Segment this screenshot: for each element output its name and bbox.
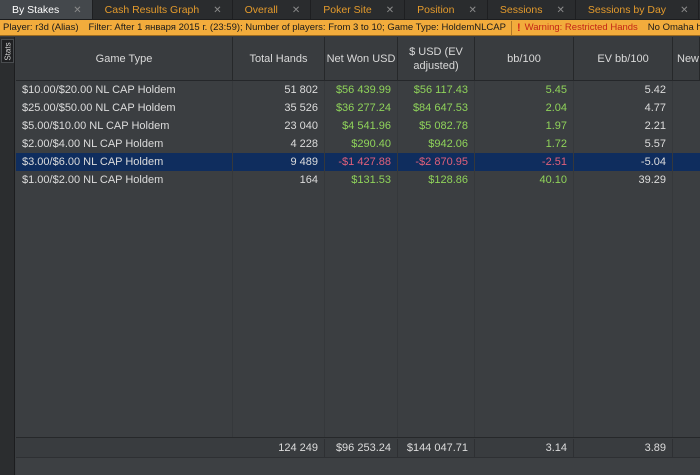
- warning-icon: !: [516, 21, 521, 34]
- close-tab-icon[interactable]: ✕: [468, 5, 476, 16]
- game-type-cell: $25.00/$50.00 NL CAP Holdem: [16, 99, 233, 117]
- close-tab-icon[interactable]: ✕: [73, 5, 81, 16]
- ev-bb100-cell: 2.21: [574, 117, 673, 135]
- tab-sessions-by-day[interactable]: Sessions by Day ✕: [576, 0, 700, 19]
- tab-sessions[interactable]: Sessions ✕: [488, 0, 576, 19]
- game-type-cell: $10.00/$20.00 NL CAP Holdem: [16, 81, 233, 99]
- game-type-cell: $2.00/$4.00 NL CAP Holdem: [16, 135, 233, 153]
- column-header-net-won[interactable]: Net Won USD: [325, 37, 398, 81]
- column-header-game-type[interactable]: Game Type: [16, 37, 233, 81]
- stats-tab-label: Stats: [3, 42, 13, 61]
- game-type-cell: $3.00/$6.00 NL CAP Holdem: [16, 153, 233, 171]
- net-won-cell: $131.53: [325, 171, 398, 189]
- table-header: Game Type Total Hands Net Won USD $ USD …: [16, 37, 700, 81]
- net-won-cell: $56 439.99: [325, 81, 398, 99]
- total-bb100: 3.14: [475, 439, 574, 457]
- column-header-ev-adjusted[interactable]: $ USD (EV adjusted): [398, 37, 475, 81]
- column-header-bb100[interactable]: bb/100: [475, 37, 574, 81]
- ev-adjusted-cell: -$2 870.95: [398, 153, 475, 171]
- column-header-ev-bb100[interactable]: EV bb/100: [574, 37, 673, 81]
- total-ev-adjusted: $144 047.71: [398, 439, 475, 457]
- net-won-cell: $290.40: [325, 135, 398, 153]
- net-won-cell: -$1 427.88: [325, 153, 398, 171]
- total-ev-bb100: 3.89: [574, 439, 673, 457]
- tab-label: Position: [417, 4, 455, 16]
- restricted-hands-warning[interactable]: Warning: Restricted Hands: [525, 22, 638, 33]
- ev-bb100-cell: -5.04: [574, 153, 673, 171]
- close-tab-icon[interactable]: ✕: [556, 5, 564, 16]
- total-hands-cell: 4 228: [233, 135, 325, 153]
- close-tab-icon[interactable]: ✕: [680, 5, 688, 16]
- ev-bb100-cell: 5.57: [574, 135, 673, 153]
- net-won-cell: $36 277.24: [325, 99, 398, 117]
- tab-label: Overall: [244, 4, 278, 16]
- footer-bottom-bar: [16, 457, 700, 475]
- tab-poker-site[interactable]: Poker Site ✕: [311, 0, 406, 19]
- bb100-cell: 2.04: [475, 99, 574, 117]
- close-tab-icon[interactable]: ✕: [292, 5, 300, 16]
- table-row[interactable]: $2.00/$4.00 NL CAP Holdem 4 228 $290.40 $94…: [16, 135, 700, 153]
- table-body: $10.00/$20.00 NL CAP Holdem 51 802 $56 439…: [16, 81, 700, 189]
- game-type-cell: $5.00/$10.00 NL CAP Holdem: [16, 117, 233, 135]
- table-row[interactable]: $5.00/$10.00 NL CAP Holdem 23 040 $4 541.9…: [16, 117, 700, 135]
- close-tab-icon[interactable]: ✕: [213, 5, 221, 16]
- omaha-notice: No Omaha hand: [647, 22, 700, 33]
- total-hands: 124 249: [233, 439, 325, 457]
- close-tab-icon[interactable]: ✕: [386, 5, 394, 16]
- report-tab-bar: By Stakes ✕ Cash Results Graph ✕ Overall ✕ …: [0, 0, 700, 20]
- side-panel: Stats: [0, 37, 15, 475]
- column-header-new[interactable]: New: [673, 37, 700, 81]
- bb100-cell: 1.72: [475, 135, 574, 153]
- divider: [510, 20, 512, 35]
- total-net-won: $96 253.24: [325, 439, 398, 457]
- tab-label: Sessions by Day: [587, 4, 667, 16]
- stakes-results-table: Game Type Total Hands Net Won USD $ USD …: [16, 37, 700, 475]
- column-header-total-hands[interactable]: Total Hands: [233, 37, 325, 81]
- ev-adjusted-cell: $942.06: [398, 135, 475, 153]
- player-label[interactable]: Player: r3d (Alias): [0, 22, 79, 33]
- game-type-cell: $1.00/$2.00 NL CAP Holdem: [16, 171, 233, 189]
- ev-adjusted-cell: $128.86: [398, 171, 475, 189]
- bb100-cell: 5.45: [475, 81, 574, 99]
- table-row[interactable]: $3.00/$6.00 NL CAP Holdem 9 489 -$1 427.88…: [16, 153, 700, 171]
- tab-label: By Stakes: [12, 4, 60, 16]
- bb100-cell: 1.97: [475, 117, 574, 135]
- table-row[interactable]: $1.00/$2.00 NL CAP Holdem 164 $131.53 $128.…: [16, 171, 700, 189]
- ev-bb100-cell: 5.42: [574, 81, 673, 99]
- filter-summary[interactable]: Filter: After 1 января 2015 г. (23:59); …: [89, 22, 506, 33]
- bb100-cell: 40.10: [475, 171, 574, 189]
- table-row[interactable]: $10.00/$20.00 NL CAP Holdem 51 802 $56 439…: [16, 81, 700, 99]
- table-row[interactable]: $25.00/$50.00 NL CAP Holdem 35 526 $36 277…: [16, 99, 700, 117]
- tab-label: Sessions: [499, 4, 543, 16]
- tab-by-stakes[interactable]: By Stakes ✕: [0, 0, 93, 19]
- tab-position[interactable]: Position ✕: [405, 0, 488, 19]
- tab-label: Cash Results Graph: [104, 4, 200, 16]
- table-totals-row: 124 249 $96 253.24 $144 047.71 3.14 3.89: [16, 437, 700, 475]
- total-hands-cell: 35 526: [233, 99, 325, 117]
- tab-cash-results-graph[interactable]: Cash Results Graph ✕: [93, 0, 233, 19]
- total-hands-cell: 164: [233, 171, 325, 189]
- ev-adjusted-cell: $84 647.53: [398, 99, 475, 117]
- tab-overall[interactable]: Overall ✕: [233, 0, 312, 19]
- warning-area: ! Warning: Restricted Hands No Omaha han…: [506, 20, 700, 35]
- stats-side-tab[interactable]: Stats: [1, 39, 14, 63]
- total-hands-cell: 9 489: [233, 153, 325, 171]
- ev-adjusted-cell: $56 117.43: [398, 81, 475, 99]
- total-hands-cell: 23 040: [233, 117, 325, 135]
- ev-bb100-cell: 4.77: [574, 99, 673, 117]
- bb100-cell: -2.51: [475, 153, 574, 171]
- ev-adjusted-cell: $5 082.78: [398, 117, 475, 135]
- tab-label: Poker Site: [323, 4, 372, 16]
- filter-bar: Player: r3d (Alias) Filter: After 1 янва…: [0, 20, 700, 36]
- net-won-cell: $4 541.96: [325, 117, 398, 135]
- total-hands-cell: 51 802: [233, 81, 325, 99]
- ev-bb100-cell: 39.29: [574, 171, 673, 189]
